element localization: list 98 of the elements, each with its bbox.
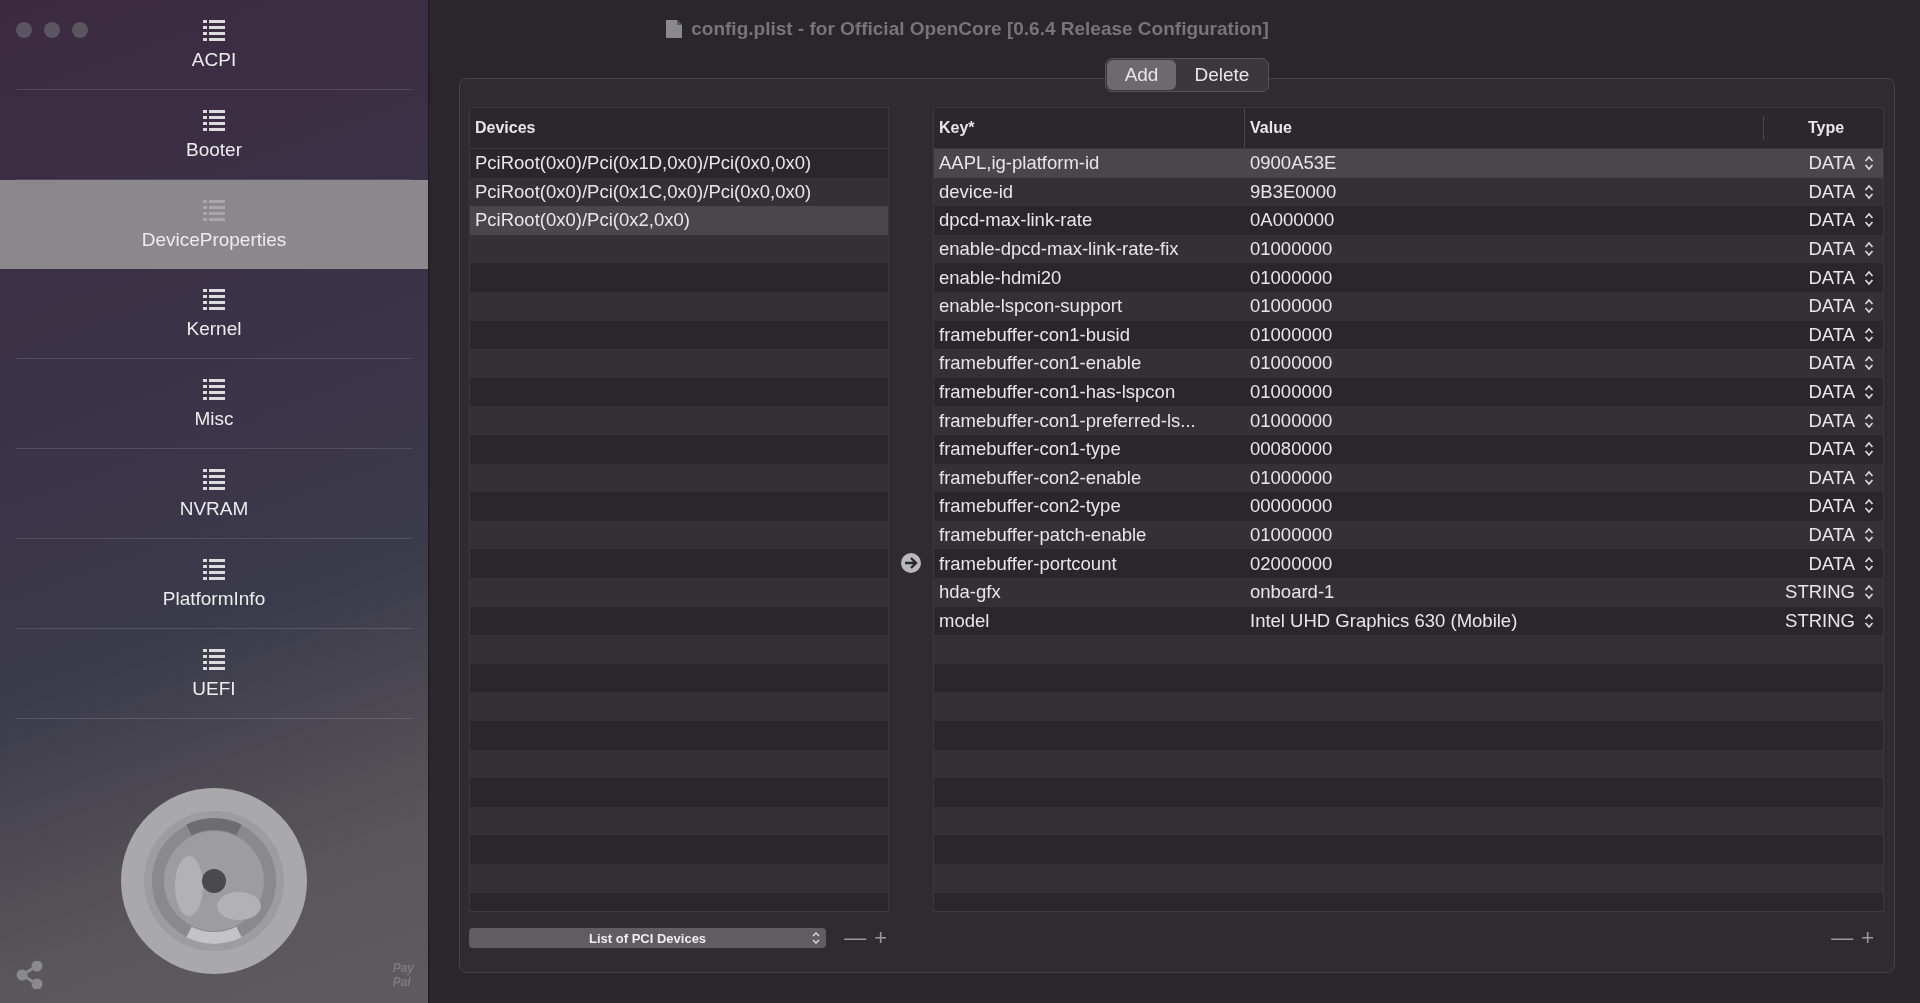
sidebar-item[interactable]: Misc (16, 359, 412, 449)
updown-icon[interactable] (1864, 441, 1874, 458)
type-cell-text: DATA (1807, 352, 1855, 375)
segment-button[interactable]: Delete (1176, 60, 1268, 90)
updown-icon[interactable] (1864, 269, 1874, 286)
type-cell-text: DATA (1807, 266, 1855, 289)
type-cell-text: DATA (1807, 238, 1855, 261)
updown-icon[interactable] (1864, 326, 1874, 343)
remove-button[interactable]: — (842, 927, 869, 949)
value-cell-text: 01000000 (1249, 238, 1334, 261)
key-cell-text: framebuffer-con1-preferred-ls... (939, 409, 1197, 432)
value-cell-text: 9B3E0000 (1249, 180, 1338, 203)
type-cell-text: DATA (1807, 409, 1855, 432)
updown-icon[interactable] (1864, 469, 1874, 486)
updown-icon[interactable] (1864, 498, 1874, 515)
sidebar-item[interactable]: UEFI (16, 629, 412, 719)
type-cell-text: DATA (1807, 323, 1855, 346)
updown-icon[interactable] (1864, 555, 1874, 572)
list-icon (203, 647, 225, 670)
key-cell-text: framebuffer-con1-enable (939, 352, 1143, 375)
value-cell-text: 0A000000 (1249, 209, 1336, 232)
list-icon (203, 287, 225, 310)
value-cell-text: 00000000 (1249, 495, 1334, 518)
segment-button[interactable]: Add (1106, 60, 1177, 90)
type-cell-text: DATA (1807, 152, 1855, 175)
value-cell-text: 01000000 (1249, 295, 1334, 318)
value-cell-text: onboard-1 (1249, 581, 1336, 604)
type-cell-text: DATA (1807, 209, 1855, 232)
device-row[interactable]: PciRoot(0x0)/Pci(0x2,0x0) (470, 206, 888, 235)
type-cell-text: DATA (1807, 495, 1855, 518)
value-cell-text: 01000000 (1249, 524, 1334, 546)
key-cell-text: device-id (939, 180, 1015, 203)
column-header[interactable]: Type (1763, 116, 1883, 140)
type-cell-text: DATA (1807, 438, 1855, 461)
type-cell-text: DATA (1807, 524, 1855, 546)
updown-icon[interactable] (1864, 355, 1874, 372)
value-cell-text: 00080000 (1249, 438, 1334, 461)
type-cell-text: STRING (1784, 581, 1855, 604)
arrow-right-icon[interactable] (900, 551, 922, 574)
type-cell-text: DATA (1807, 295, 1855, 318)
key-cell-text: enable-hdmi20 (939, 266, 1063, 289)
key-cell-text: AAPL,ig-platform-id (939, 152, 1101, 175)
updown-icon[interactable] (1864, 212, 1874, 229)
window-title: config.plist - for Official OpenCore [0.6.4 Release Configuration] (691, 18, 1269, 40)
type-cell-text: STRING (1784, 609, 1855, 632)
value-cell-text: 01000000 (1249, 266, 1334, 289)
key-cell-text: enable-dpcd-max-link-rate-fix (939, 238, 1180, 261)
value-cell-text: Intel UHD Graphics 630 (Mobile) (1249, 609, 1519, 632)
list-icon (203, 18, 225, 41)
updown-icon[interactable] (1864, 241, 1874, 258)
key-cell-text: framebuffer-con1-type (939, 438, 1122, 461)
type-cell-text: DATA (1807, 552, 1855, 575)
type-cell-text: DATA (1807, 466, 1855, 489)
value-cell-text: 01000000 (1249, 323, 1334, 346)
add-button[interactable]: + (1859, 927, 1876, 949)
type-cell-text: DATA (1807, 381, 1855, 404)
key-cell-text: framebuffer-portcount (939, 552, 1118, 575)
list-icon (203, 467, 225, 490)
updown-icon[interactable] (1864, 155, 1874, 172)
list-icon (203, 377, 225, 400)
updown-icon[interactable] (1864, 384, 1874, 401)
property-row[interactable]: AAPL,ig-platform-id 0900A53E DATA (934, 149, 1883, 178)
sidebar-item[interactable]: NVRAM (16, 449, 412, 539)
updown-icon[interactable] (1864, 584, 1874, 601)
column-header[interactable]: Devices (475, 119, 536, 137)
device-list-dropdown[interactable]: List of PCI Devices (469, 928, 827, 948)
updown-icon[interactable] (1864, 527, 1874, 543)
value-cell-text: 01000000 (1249, 381, 1334, 404)
updown-icon (812, 932, 821, 944)
key-cell-text: hda-gfx (939, 581, 1002, 604)
key-cell-text: enable-lspcon-support (939, 295, 1124, 318)
key-cell-text: framebuffer-con1-busid (939, 323, 1131, 346)
updown-icon[interactable] (1864, 412, 1874, 429)
document-icon (665, 19, 684, 39)
list-icon (203, 557, 225, 580)
add-button[interactable]: + (872, 927, 889, 949)
list-icon (203, 198, 225, 221)
key-cell-text: framebuffer-con2-enable (939, 466, 1143, 489)
list-icon (203, 108, 225, 131)
updown-icon[interactable] (1864, 612, 1874, 629)
value-cell-text: 01000000 (1249, 466, 1334, 489)
column-header[interactable]: Value (1244, 108, 1763, 148)
value-cell-text: 01000000 (1249, 352, 1334, 375)
value-cell-text: 02000000 (1249, 552, 1334, 575)
sidebar-item[interactable]: PlatformInfo (16, 539, 412, 629)
updown-icon[interactable] (1864, 183, 1874, 200)
value-cell-text: 0900A53E (1249, 152, 1338, 175)
sidebar-item[interactable]: Kernel (16, 269, 412, 359)
key-cell-text: framebuffer-patch-enable (939, 524, 1148, 546)
column-header[interactable]: Key* (939, 119, 1244, 137)
key-cell-text: framebuffer-con2-type (939, 495, 1122, 518)
updown-icon[interactable] (1864, 298, 1874, 315)
remove-button[interactable]: — (1829, 927, 1856, 949)
key-cell-text: dpcd-max-link-rate (939, 209, 1094, 232)
value-cell-text: 01000000 (1249, 409, 1334, 432)
key-cell-text: model (939, 609, 991, 632)
type-cell-text: DATA (1807, 180, 1855, 203)
key-cell-text: framebuffer-con1-has-lspcon (939, 381, 1177, 404)
